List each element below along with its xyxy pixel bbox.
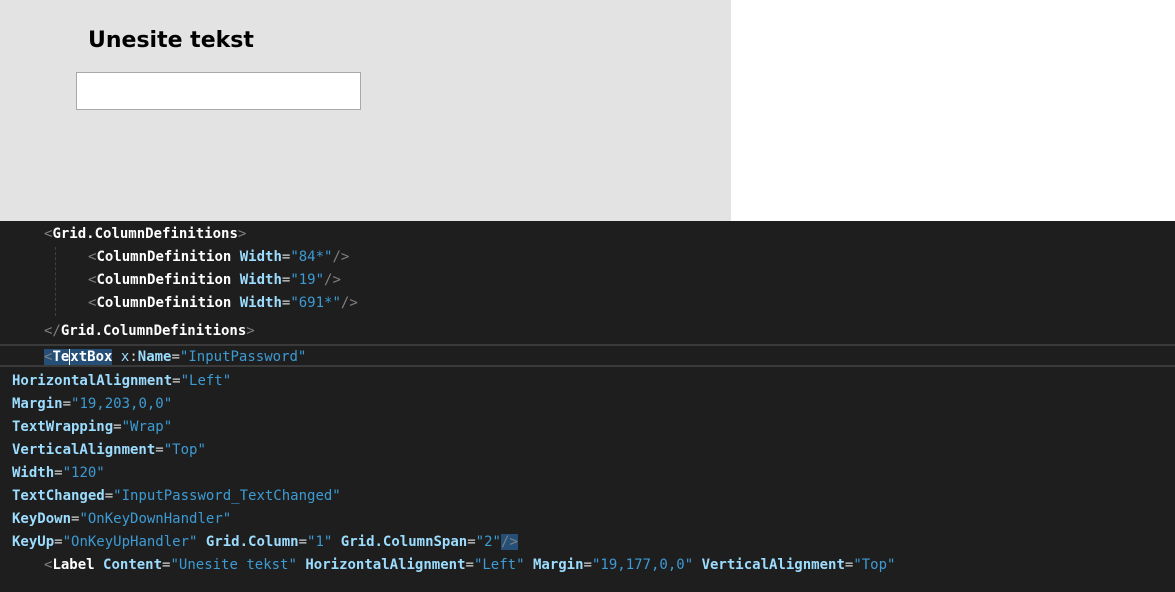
code-line-current[interactable]: <TextBox x:Name="InputPassword"	[44, 346, 306, 369]
code-line[interactable]: KeyDown="OnKeyDownHandler"	[12, 508, 231, 531]
indent-guide	[55, 247, 56, 316]
code-line[interactable]: <ColumnDefinition Width="84*"/>	[88, 246, 349, 269]
xaml-code-editor[interactable]: <Grid.ColumnDefinitions> <ColumnDefiniti…	[0, 221, 1175, 592]
preview-textbox[interactable]	[76, 72, 361, 110]
code-line[interactable]: HorizontalAlignment="Left"	[12, 370, 231, 393]
code-line[interactable]: <Grid.ColumnDefinitions>	[44, 223, 246, 246]
code-line[interactable]: Width="120"	[12, 462, 105, 485]
code-line[interactable]: TextChanged="InputPassword_TextChanged"	[12, 485, 341, 508]
code-line[interactable]: <Label Content="Unesite tekst" Horizonta…	[44, 554, 895, 577]
code-line[interactable]: TextWrapping="Wrap"	[12, 416, 172, 439]
code-line[interactable]: VerticalAlignment="Top"	[12, 439, 206, 462]
code-line[interactable]: <ColumnDefinition Width="691*"/>	[88, 292, 358, 315]
code-line[interactable]: Margin="19,203,0,0"	[12, 393, 172, 416]
code-line[interactable]: KeyUp="OnKeyUpHandler" Grid.Column="1" G…	[12, 531, 518, 554]
code-line[interactable]: <ColumnDefinition Width="19"/>	[88, 269, 341, 292]
preview-label: Unesite tekst	[88, 28, 254, 53]
design-preview: Unesite tekst	[0, 0, 731, 221]
code-line[interactable]: </Grid.ColumnDefinitions>	[44, 320, 255, 343]
